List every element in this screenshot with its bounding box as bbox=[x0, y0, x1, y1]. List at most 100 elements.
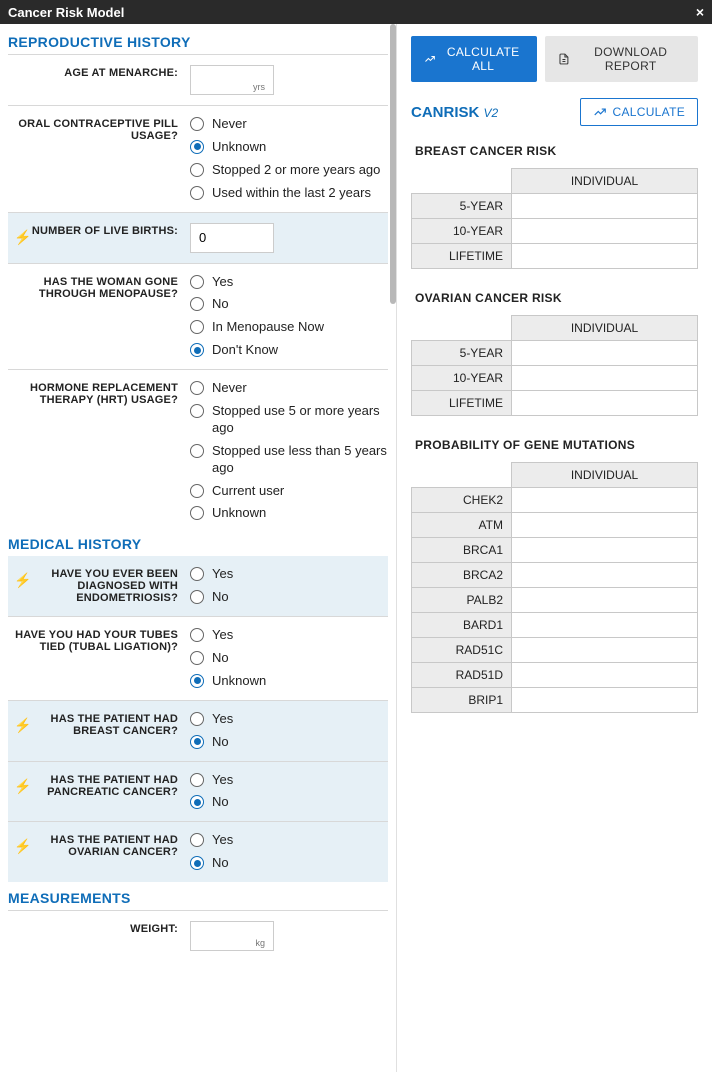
radio-option[interactable]: No bbox=[190, 794, 388, 811]
radio-label: Yes bbox=[212, 772, 233, 789]
radio-option[interactable]: In Menopause Now bbox=[190, 319, 388, 336]
radio-option[interactable]: Unknown bbox=[190, 505, 388, 522]
radio-option[interactable]: Unknown bbox=[190, 673, 388, 690]
label-pancreatic-cancer: HAS THE PATIENT HAD PANCREATIC CANCER? bbox=[47, 774, 178, 798]
download-report-label: DOWNLOAD REPORT bbox=[576, 45, 685, 73]
row-value bbox=[512, 341, 698, 366]
row-value bbox=[512, 194, 698, 219]
label-tubal: HAVE YOU HAD YOUR TUBES TIED (TUBAL LIGA… bbox=[8, 627, 186, 690]
radio-option[interactable]: Yes bbox=[190, 274, 388, 291]
radio-button[interactable] bbox=[190, 628, 204, 642]
menarche-input[interactable] bbox=[190, 65, 274, 95]
radio-button[interactable] bbox=[190, 320, 204, 334]
radio-option[interactable]: Yes bbox=[190, 627, 388, 644]
chart-line-icon bbox=[593, 105, 607, 119]
radio-label: Stopped use less than 5 years ago bbox=[212, 443, 388, 477]
radio-label: Used within the last 2 years bbox=[212, 185, 371, 202]
radio-option[interactable]: Stopped 2 or more years ago bbox=[190, 162, 388, 179]
radio-label: No bbox=[212, 855, 229, 872]
radio-option[interactable]: No bbox=[190, 296, 388, 313]
radio-button[interactable] bbox=[190, 506, 204, 520]
table-row: CHEK2 bbox=[412, 488, 698, 513]
radio-button[interactable] bbox=[190, 651, 204, 665]
label-ocp: ORAL CONTRACEPTIVE PILL USAGE? bbox=[8, 116, 186, 202]
row-ocp: ORAL CONTRACEPTIVE PILL USAGE? Never Unkn… bbox=[8, 105, 388, 212]
scrollbar-thumb[interactable] bbox=[390, 24, 396, 304]
radio-label: Yes bbox=[212, 627, 233, 644]
radio-label: In Menopause Now bbox=[212, 319, 324, 336]
radio-button[interactable] bbox=[190, 343, 204, 357]
radio-option[interactable]: Used within the last 2 years bbox=[190, 185, 388, 202]
row-label: 5-YEAR bbox=[412, 341, 512, 366]
row-births: ⚡ NUMBER OF LIVE BIRTHS: bbox=[8, 212, 388, 263]
radio-label: No bbox=[212, 650, 229, 667]
radio-button[interactable] bbox=[190, 140, 204, 154]
table-row: 10-YEAR bbox=[412, 219, 698, 244]
row-value bbox=[512, 538, 698, 563]
breast-risk-heading: BREAST CANCER RISK bbox=[411, 144, 698, 158]
gene-mutations-section: PROBABILITY OF GENE MUTATIONS INDIVIDUAL… bbox=[411, 438, 698, 713]
row-value bbox=[512, 563, 698, 588]
download-report-button[interactable]: DOWNLOAD REPORT bbox=[545, 36, 698, 82]
label-breast-cancer: HAS THE PATIENT HAD BREAST CANCER? bbox=[51, 713, 178, 737]
radio-button[interactable] bbox=[190, 404, 204, 418]
radio-label: Yes bbox=[212, 566, 233, 583]
window-title: Cancer Risk Model bbox=[8, 5, 124, 20]
radio-option[interactable]: Yes bbox=[190, 566, 388, 583]
radio-option[interactable]: No bbox=[190, 734, 388, 751]
radio-option[interactable]: Stopped use 5 or more years ago bbox=[190, 403, 388, 437]
radio-button[interactable] bbox=[190, 484, 204, 498]
radio-option[interactable]: No bbox=[190, 589, 388, 606]
row-breast-cancer: ⚡ HAS THE PATIENT HAD BREAST CANCER? Yes… bbox=[8, 700, 388, 761]
radio-label: Never bbox=[212, 380, 247, 397]
radio-option[interactable]: Don't Know bbox=[190, 342, 388, 359]
radio-button[interactable] bbox=[190, 567, 204, 581]
radio-button[interactable] bbox=[190, 297, 204, 311]
radio-option[interactable]: Stopped use less than 5 years ago bbox=[190, 443, 388, 477]
radio-button[interactable] bbox=[190, 381, 204, 395]
radio-button[interactable] bbox=[190, 163, 204, 177]
calculate-button[interactable]: CALCULATE bbox=[580, 98, 699, 126]
bolt-icon: ⚡ bbox=[14, 229, 32, 246]
radio-button[interactable] bbox=[190, 712, 204, 726]
radio-button[interactable] bbox=[190, 444, 204, 458]
row-label: ATM bbox=[412, 513, 512, 538]
radio-button[interactable] bbox=[190, 735, 204, 749]
bolt-icon: ⚡ bbox=[14, 778, 32, 795]
table-column-header: INDIVIDUAL bbox=[512, 316, 698, 341]
radio-button[interactable] bbox=[190, 590, 204, 604]
breast-risk-table: INDIVIDUAL5-YEAR10-YEARLIFETIME bbox=[411, 168, 698, 269]
radio-button[interactable] bbox=[190, 773, 204, 787]
radio-option[interactable]: Current user bbox=[190, 483, 388, 500]
radio-button[interactable] bbox=[190, 275, 204, 289]
radio-option[interactable]: Yes bbox=[190, 772, 388, 789]
weight-input[interactable] bbox=[190, 921, 274, 951]
radio-option[interactable]: Yes bbox=[190, 832, 388, 849]
label-endometriosis: HAVE YOU EVER BEEN DIAGNOSED WITH ENDOME… bbox=[51, 568, 178, 604]
radio-button[interactable] bbox=[190, 674, 204, 688]
radio-option[interactable]: Unknown bbox=[190, 139, 388, 156]
calculate-all-button[interactable]: CALCULATE ALL bbox=[411, 36, 537, 82]
row-value bbox=[512, 219, 698, 244]
radio-button[interactable] bbox=[190, 795, 204, 809]
radio-option[interactable]: No bbox=[190, 855, 388, 872]
radio-button[interactable] bbox=[190, 117, 204, 131]
row-menarche: AGE AT MENARCHE: bbox=[8, 54, 388, 105]
radio-button[interactable] bbox=[190, 186, 204, 200]
bolt-icon: ⚡ bbox=[14, 572, 32, 589]
radio-label: No bbox=[212, 794, 229, 811]
close-icon[interactable]: × bbox=[696, 4, 704, 20]
bolt-icon: ⚡ bbox=[14, 838, 32, 855]
radio-option[interactable]: No bbox=[190, 650, 388, 667]
radio-button[interactable] bbox=[190, 856, 204, 870]
radio-option[interactable]: Yes bbox=[190, 711, 388, 728]
row-label: BRCA2 bbox=[412, 563, 512, 588]
radio-option[interactable]: Never bbox=[190, 380, 388, 397]
table-row: LIFETIME bbox=[412, 244, 698, 269]
row-label: 5-YEAR bbox=[412, 194, 512, 219]
radio-option[interactable]: Never bbox=[190, 116, 388, 133]
births-input[interactable] bbox=[190, 223, 274, 253]
row-value bbox=[512, 688, 698, 713]
ovarian-risk-heading: OVARIAN CANCER RISK bbox=[411, 291, 698, 305]
radio-button[interactable] bbox=[190, 833, 204, 847]
